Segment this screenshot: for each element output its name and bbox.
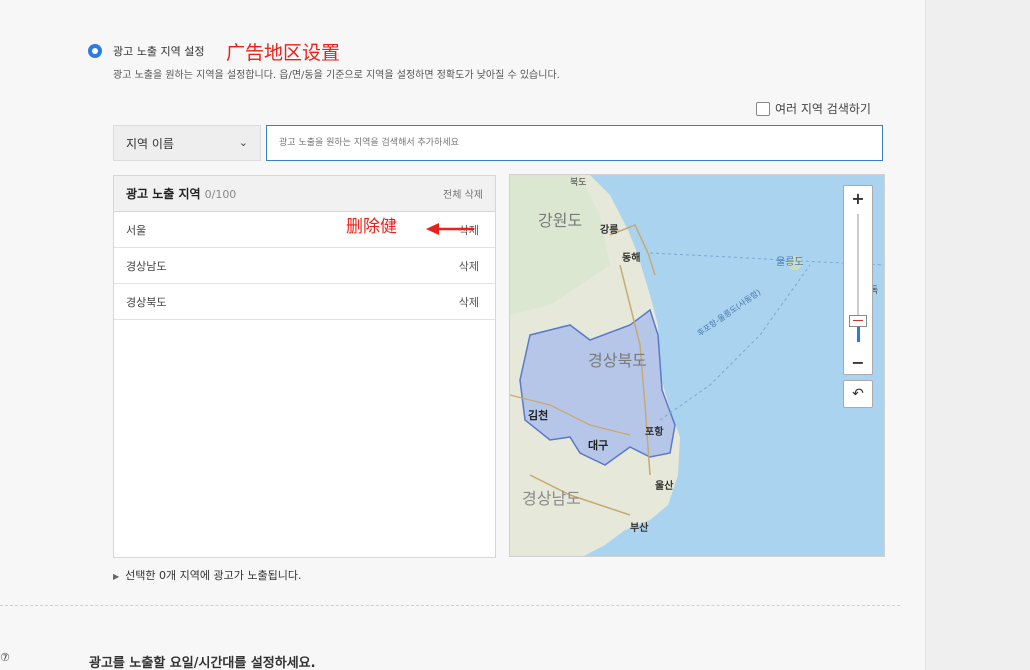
annotation-delete: 删除健 — [346, 217, 397, 237]
multi-region-search-toggle[interactable]: 여러 지역 검색하기 — [756, 100, 871, 117]
map-label-daegu: 대구 — [588, 439, 609, 452]
delete-button[interactable]: 삭제 — [459, 294, 479, 310]
select-value: 지역 이름 — [126, 136, 174, 151]
section-title: 광고 노출 지역 설정 — [113, 45, 205, 58]
map-label-gyeongnam: 경상남도 — [522, 489, 581, 508]
multi-search-checkbox[interactable] — [756, 101, 770, 116]
section-divider — [0, 605, 900, 606]
multi-search-label: 여러 지역 검색하기 — [775, 102, 871, 116]
region-name: 경상북도 — [126, 295, 167, 309]
region-name: 서울 — [126, 223, 147, 237]
clear-all-button[interactable]: 전체 삭제 — [443, 186, 483, 201]
region-search-input[interactable] — [266, 125, 883, 161]
main-content: 광고 노출 지역 설정 广告地区设置 광고 노출을 원하는 지역을 설정합니다.… — [0, 0, 925, 670]
list-item: 경상북도 삭제 — [114, 284, 495, 320]
map-label-top: 북도 — [570, 178, 587, 188]
side-panel — [925, 0, 1030, 670]
map-label-ulsan: 울산 — [655, 481, 674, 492]
zoom-out-button[interactable]: − — [844, 350, 872, 374]
region-name: 경상남도 — [126, 259, 167, 273]
annotation-title: 广告地区设置 — [226, 42, 341, 64]
region-type-select[interactable]: 지역 이름 ⌄ — [113, 125, 261, 161]
list-item: 경상남도 삭제 — [114, 248, 495, 284]
chevron-down-icon: ⌄ — [238, 136, 248, 149]
map-label-gangneung: 강릉 — [600, 225, 619, 236]
region-radio-button[interactable] — [88, 44, 102, 58]
selection-summary-text: 선택한 0개 지역에 광고가 노출됩니다. — [125, 569, 302, 582]
annotation-arrow-icon — [426, 223, 474, 235]
list-header-title: 광고 노출 지역 — [126, 187, 201, 201]
map-reset-button[interactable]: ↶ — [843, 380, 873, 408]
list-header: 광고 노출 지역 0/100 전체 삭제 — [114, 176, 495, 212]
map-label-donghae: 동해 — [622, 253, 641, 264]
section-description: 광고 노출을 원하는 지역을 설정합니다. 읍/면/동을 기준으로 지역을 설정… — [113, 70, 560, 81]
map-label-gyeongbuk: 경상북도 — [588, 351, 647, 370]
map-label-ulleungdo: 울릉도 — [776, 257, 804, 268]
triangle-right-icon: ▶ — [113, 572, 120, 581]
help-icon[interactable]: ⑦ — [0, 651, 10, 664]
delete-button[interactable]: 삭제 — [459, 258, 479, 274]
map-label-pohang: 포항 — [645, 427, 664, 438]
map-label-gangwon: 강원도 — [538, 211, 583, 230]
map-label-busan: 부산 — [630, 523, 649, 534]
region-map[interactable]: 북도 강원도 강릉 동해 울릉도 독 후포항-울릉도(사동항) 경상북도 김천 … — [509, 174, 885, 557]
list-count: 0/100 — [204, 188, 237, 201]
selection-summary: ▶ 선택한 0개 지역에 광고가 노출됩니다. — [113, 567, 301, 583]
map-label-gimcheon: 김천 — [528, 409, 549, 422]
next-section-label: 광고를 노출할 요일/시간대를 설정하세요. — [89, 656, 316, 670]
zoom-slider-handle[interactable] — [849, 315, 867, 327]
map-zoom-control: + − — [843, 185, 873, 375]
zoom-in-button[interactable]: + — [844, 186, 872, 210]
